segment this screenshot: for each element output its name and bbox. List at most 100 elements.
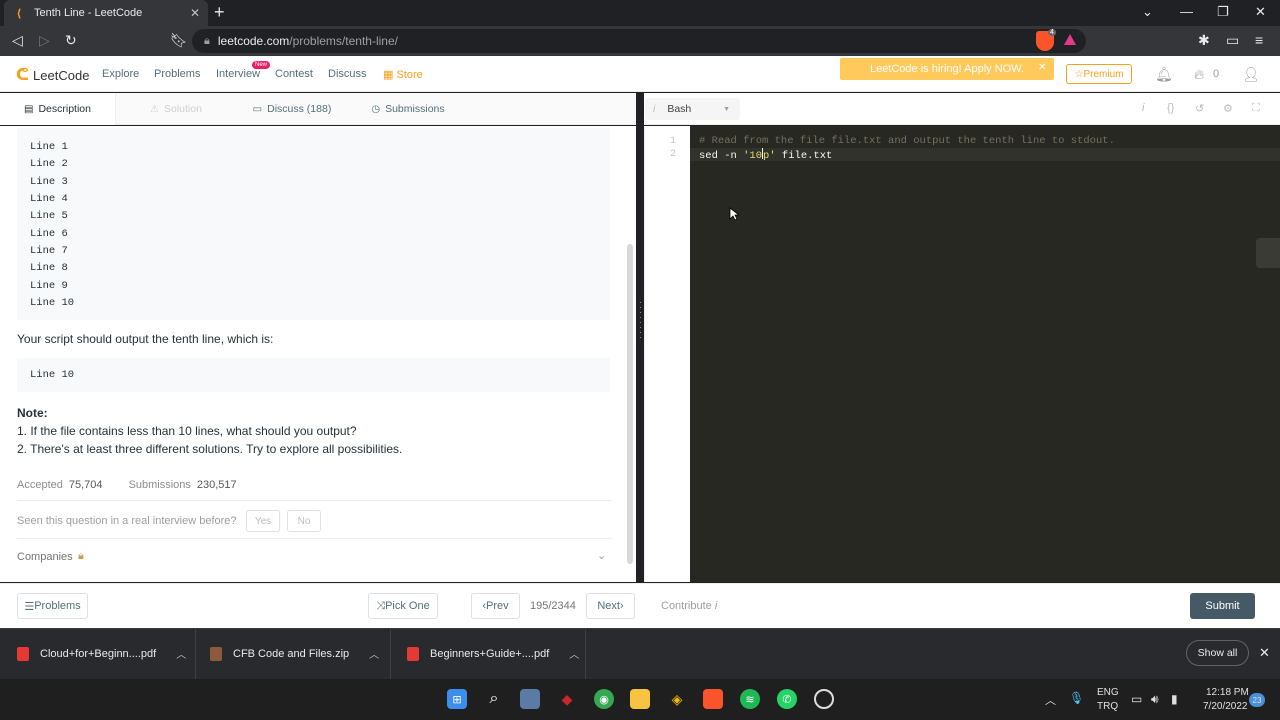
- nav-store[interactable]: ▦ Store: [383, 68, 423, 81]
- divider: [17, 538, 612, 539]
- restore-icon[interactable]: ❐: [1217, 4, 1229, 20]
- shuffle-icon: ⤨: [376, 599, 386, 612]
- folder-icon[interactable]: [630, 689, 650, 709]
- code-editor[interactable]: # Read from the file file.txt and output…: [690, 126, 1280, 582]
- pick-one-button[interactable]: ⤨ Pick One: [368, 593, 438, 619]
- file-manager-icon[interactable]: [520, 689, 540, 709]
- windows-start-icon[interactable]: ⊞: [447, 689, 467, 709]
- tab-solution-label: Solution: [164, 103, 202, 115]
- info-icon[interactable]: i: [1142, 102, 1144, 114]
- hiring-banner[interactable]: LeetCode is hiring! Apply NOW.: [840, 58, 1054, 80]
- battery-icon[interactable]: ▮: [1171, 692, 1178, 706]
- minimize-icon[interactable]: —: [1180, 4, 1193, 19]
- bookmark-icon[interactable]: 🔖︎: [170, 32, 188, 49]
- tray-chevron-up-icon[interactable]: ︿: [1045, 692, 1056, 708]
- tab-description[interactable]: ▤ Description: [0, 93, 116, 125]
- tab-discuss[interactable]: ▭ Discuss (188): [236, 93, 348, 125]
- menu-icon[interactable]: ≡: [1255, 32, 1263, 48]
- nav-problems[interactable]: Problems: [154, 68, 200, 80]
- whatsapp-icon[interactable]: ✆: [777, 689, 797, 709]
- logo-text: LeetCode: [33, 67, 90, 83]
- show-all-button[interactable]: Show all: [1186, 640, 1249, 666]
- tab-solution[interactable]: ⚠ Solution: [116, 93, 236, 125]
- new-badge: New: [252, 61, 271, 69]
- new-tab-icon[interactable]: +: [214, 3, 225, 21]
- brave-icon[interactable]: [703, 689, 723, 709]
- note-title: Note:: [17, 406, 48, 420]
- tab-search-icon[interactable]: ⌄: [1142, 4, 1153, 20]
- note-item-2: 2. There's at least three different solu…: [17, 442, 403, 456]
- clock-time[interactable]: 12:18 PM: [1206, 687, 1249, 698]
- nav-explore[interactable]: Explore: [102, 68, 139, 80]
- forward-icon[interactable]: ▷: [39, 32, 50, 49]
- address-bar[interactable]: 🔒︎ leetcode.com/problems/tenth-line/: [192, 29, 1086, 53]
- accepted-label: Accepted: [17, 479, 63, 491]
- spotify-icon[interactable]: ≋: [740, 689, 760, 709]
- submit-button[interactable]: Submit: [1190, 593, 1255, 619]
- output-description: Your script should output the tenth line…: [17, 332, 274, 346]
- code-argument: file.txt: [775, 150, 833, 162]
- notification-badge[interactable]: 23: [1249, 693, 1265, 707]
- language-select[interactable]: i Bash ▼: [645, 98, 740, 120]
- download-item[interactable]: Cloud+for+Beginn....pdf ︿: [0, 628, 196, 679]
- extensions-icon[interactable]: ✱: [1198, 32, 1210, 49]
- problems-button[interactable]: ☰ Problems: [17, 593, 88, 619]
- chevron-up-icon[interactable]: ︿: [176, 646, 186, 661]
- download-item[interactable]: Beginners+Guide+....pdf ︿: [391, 628, 586, 679]
- app-icon[interactable]: ◆: [557, 689, 577, 709]
- brave-rewards-icon[interactable]: [1064, 34, 1076, 45]
- leetcode-logo[interactable]: ᕦ LeetCode: [16, 65, 89, 85]
- star-icon: ☆: [1074, 68, 1084, 80]
- browser-tab[interactable]: ⟨ Tenth Line - LeetCode ✕: [4, 0, 208, 26]
- binance-icon[interactable]: ◈: [667, 689, 687, 709]
- side-panel-toggle[interactable]: [1256, 238, 1280, 268]
- next-button[interactable]: Next ›: [586, 593, 635, 619]
- next-label: Next: [597, 600, 620, 612]
- scrollbar[interactable]: [627, 244, 633, 564]
- network-icon[interactable]: ▭: [1131, 692, 1142, 706]
- settings-icon[interactable]: ⚙: [1223, 102, 1233, 115]
- fullscreen-icon[interactable]: ⛶: [1252, 102, 1260, 115]
- search-icon[interactable]: ⌕: [484, 689, 504, 709]
- prev-button[interactable]: ‹ Prev: [471, 593, 520, 619]
- tab-submissions[interactable]: ◷ Submissions: [348, 93, 468, 125]
- bell-icon[interactable]: 🔔︎: [1155, 66, 1173, 83]
- tab-close-icon[interactable]: ✕: [190, 6, 200, 20]
- chrome-icon[interactable]: ◉: [594, 689, 614, 709]
- chevron-up-icon[interactable]: ︿: [369, 646, 379, 661]
- hiring-close-icon[interactable]: ✕: [1038, 62, 1046, 73]
- reload-icon[interactable]: ↻: [65, 32, 77, 49]
- volume-icon[interactable]: 🔊︎: [1151, 692, 1159, 707]
- obs-icon[interactable]: [814, 689, 834, 709]
- user-avatar-icon[interactable]: 👤︎: [1242, 66, 1260, 83]
- premium-button[interactable]: ☆ Premium: [1066, 64, 1132, 84]
- lock-icon[interactable]: 🔒︎: [204, 35, 210, 48]
- yes-button[interactable]: Yes: [246, 510, 280, 532]
- language-top[interactable]: ENG: [1097, 687, 1119, 698]
- nav-discuss[interactable]: Discuss: [328, 68, 367, 80]
- close-window-icon[interactable]: ✕: [1255, 4, 1266, 20]
- companies-label[interactable]: Companies: [17, 551, 73, 563]
- nav-contest[interactable]: Contest: [275, 68, 313, 80]
- nav-interview[interactable]: Interview: [216, 68, 260, 80]
- wallet-icon[interactable]: ▭: [1226, 32, 1239, 49]
- language-bottom[interactable]: TRQ: [1097, 701, 1118, 712]
- chevron-up-icon[interactable]: ︿: [569, 646, 579, 661]
- contribute-link[interactable]: Contribute i: [661, 600, 717, 612]
- pdf-file-icon: [17, 646, 29, 661]
- panel-resize-handle[interactable]: · · · · · · · ·: [639, 299, 642, 342]
- reset-icon[interactable]: ↺: [1195, 102, 1204, 115]
- braces-icon[interactable]: {}: [1167, 102, 1174, 114]
- clock-date[interactable]: 7/20/2022: [1203, 701, 1248, 712]
- back-icon[interactable]: ◁: [12, 32, 23, 49]
- leetcode-logo-icon: ᕦ: [16, 67, 30, 84]
- chevron-down-icon[interactable]: ⌄: [597, 549, 606, 562]
- line-number: 1: [669, 136, 676, 147]
- pick-one-label: Pick One: [385, 600, 430, 612]
- microphone-icon[interactable]: 🎙︎: [1069, 691, 1084, 705]
- streak-fire-icon[interactable]: 🔥︎: [1194, 66, 1204, 83]
- prev-label: Prev: [486, 600, 509, 612]
- download-item[interactable]: CFB Code and Files.zip ︿: [196, 628, 391, 679]
- close-shelf-icon[interactable]: ✕: [1259, 645, 1270, 661]
- no-button[interactable]: No: [287, 510, 321, 532]
